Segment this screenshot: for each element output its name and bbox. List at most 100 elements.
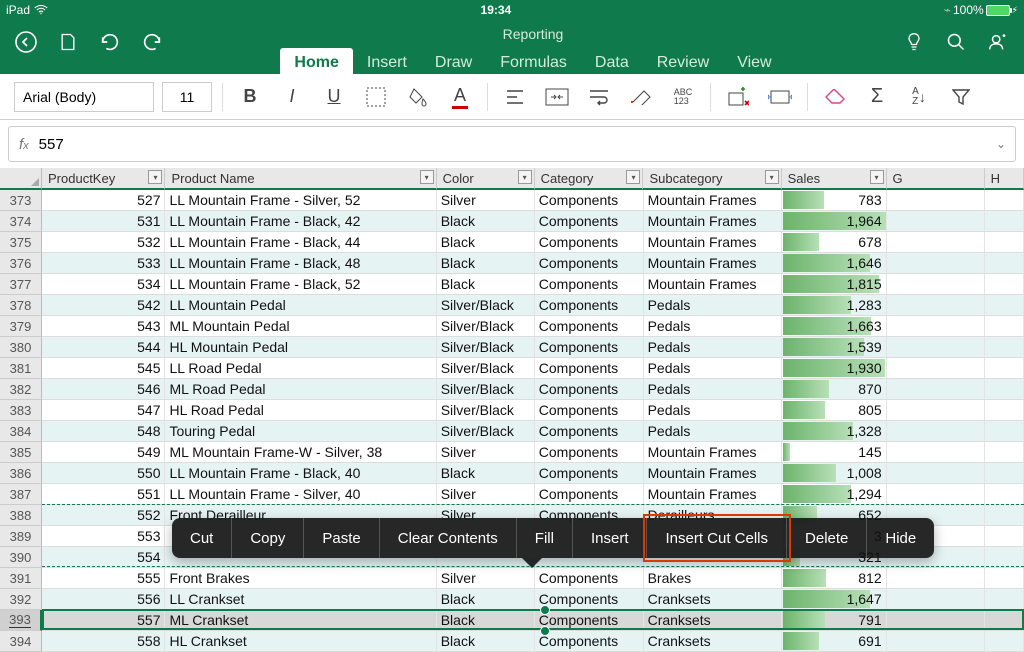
cell[interactable] (985, 421, 1024, 441)
cell[interactable]: LL Mountain Frame - Black, 52 (165, 274, 436, 294)
cell[interactable]: 527 (42, 190, 165, 210)
cell[interactable]: LL Mountain Frame - Black, 48 (165, 253, 436, 273)
cell[interactable]: 531 (42, 211, 165, 231)
cell[interactable]: Components (535, 253, 644, 273)
cell[interactable]: Silver (437, 190, 535, 210)
selection-handle[interactable] (540, 605, 550, 615)
cell[interactable]: LL Mountain Frame - Black, 42 (165, 211, 436, 231)
cell[interactable] (887, 316, 985, 336)
column-header[interactable]: ProductKey▾ (42, 168, 165, 190)
tab-formulas[interactable]: Formulas (486, 48, 581, 78)
cell[interactable]: Silver/Black (437, 295, 535, 315)
cell[interactable] (887, 190, 985, 210)
cell[interactable] (887, 253, 985, 273)
cell[interactable]: 556 (42, 589, 165, 609)
table-row[interactable]: 545LL Road PedalSilver/BlackComponentsPe… (42, 358, 1024, 379)
filter-dropdown-icon[interactable]: ▾ (765, 170, 779, 184)
cell[interactable] (985, 568, 1024, 588)
cell[interactable] (985, 295, 1024, 315)
formula-input[interactable]: 557 (39, 136, 987, 153)
cell[interactable]: Components (535, 316, 644, 336)
cell[interactable]: LL Mountain Frame - Black, 44 (165, 232, 436, 252)
cell[interactable] (887, 337, 985, 357)
row-header[interactable]: 388 (0, 505, 42, 526)
column-header[interactable]: Color▾ (437, 168, 535, 190)
cell[interactable]: LL Mountain Frame - Silver, 40 (165, 484, 436, 504)
filter-dropdown-icon[interactable]: ▾ (870, 170, 884, 184)
cell[interactable]: Components (535, 463, 644, 483)
eraser-button[interactable] (818, 80, 852, 114)
row-header[interactable]: 378 (0, 295, 42, 316)
cell[interactable]: 691 (782, 631, 887, 651)
row-header[interactable]: 374 (0, 211, 42, 232)
cell[interactable]: 1,008 (782, 463, 887, 483)
cell[interactable]: Pedals (644, 316, 782, 336)
tab-review[interactable]: Review (643, 48, 723, 78)
underline-button[interactable]: U (317, 80, 351, 114)
cell[interactable] (985, 589, 1024, 609)
filter-dropdown-icon[interactable]: ▾ (420, 170, 434, 184)
cell[interactable]: 546 (42, 379, 165, 399)
cell[interactable]: Pedals (644, 358, 782, 378)
context-menu-item[interactable]: Insert (573, 518, 648, 558)
cell[interactable] (887, 589, 985, 609)
row-header[interactable]: 379 (0, 316, 42, 337)
row-header[interactable]: 383 (0, 400, 42, 421)
cell[interactable]: Black (437, 232, 535, 252)
cell[interactable] (887, 211, 985, 231)
cell[interactable]: 805 (782, 400, 887, 420)
file-menu-icon[interactable] (56, 30, 80, 54)
table-row[interactable]: 546ML Road PedalSilver/BlackComponentsPe… (42, 379, 1024, 400)
cell[interactable]: Silver (437, 442, 535, 462)
cell[interactable]: Front Brakes (165, 568, 436, 588)
cell[interactable]: 1,294 (782, 484, 887, 504)
filter-button[interactable] (944, 80, 978, 114)
context-menu-item[interactable]: Insert Cut Cells (647, 518, 787, 558)
table-row[interactable]: 550LL Mountain Frame - Black, 40BlackCom… (42, 463, 1024, 484)
italic-button[interactable]: I (275, 80, 309, 114)
cell[interactable]: Black (437, 274, 535, 294)
row-header[interactable]: 381 (0, 358, 42, 379)
cell[interactable]: ML Road Pedal (165, 379, 436, 399)
cell[interactable] (985, 442, 1024, 462)
row-header[interactable]: 392 (0, 589, 42, 610)
cell[interactable]: HL Road Pedal (165, 400, 436, 420)
row-headers[interactable]: 3733743753763773783793803813823833843853… (0, 190, 42, 652)
cell[interactable] (985, 232, 1024, 252)
table-row[interactable]: 558HL CranksetBlackComponentsCranksets69… (42, 631, 1024, 652)
cell[interactable]: 557 (42, 610, 165, 630)
cell[interactable]: Mountain Frames (644, 442, 782, 462)
cell[interactable]: Black (437, 463, 535, 483)
cell[interactable]: 812 (782, 568, 887, 588)
cell[interactable]: Mountain Frames (644, 232, 782, 252)
cell[interactable]: 1,646 (782, 253, 887, 273)
cell[interactable]: Silver/Black (437, 358, 535, 378)
cell[interactable]: LL Mountain Pedal (165, 295, 436, 315)
row-header[interactable]: 394 (0, 631, 42, 652)
cell[interactable]: 145 (782, 442, 887, 462)
context-menu-item[interactable]: Delete (787, 518, 867, 558)
cell[interactable]: Silver/Black (437, 337, 535, 357)
table-row[interactable]: 555Front BrakesSilverComponentsBrakes812 (42, 568, 1024, 589)
redo-button[interactable] (140, 30, 164, 54)
column-header[interactable]: G (887, 168, 985, 190)
cell-size-button[interactable] (763, 80, 797, 114)
row-header[interactable]: 375 (0, 232, 42, 253)
row-header[interactable]: 376 (0, 253, 42, 274)
row-header[interactable]: 389 (0, 526, 42, 547)
cell[interactable]: 1,964 (782, 211, 887, 231)
cell[interactable] (887, 631, 985, 651)
cell[interactable]: Components (535, 211, 644, 231)
cell[interactable] (887, 358, 985, 378)
filter-dropdown-icon[interactable]: ▾ (518, 170, 532, 184)
cell[interactable]: Components (535, 484, 644, 504)
table-row[interactable]: 547HL Road PedalSilver/BlackComponentsPe… (42, 400, 1024, 421)
cell[interactable]: Components (535, 610, 644, 630)
cell[interactable]: Pedals (644, 421, 782, 441)
cell[interactable] (887, 568, 985, 588)
cell[interactable]: 548 (42, 421, 165, 441)
table-row[interactable]: 533LL Mountain Frame - Black, 48BlackCom… (42, 253, 1024, 274)
font-name-select[interactable]: Arial (Body) (14, 82, 154, 112)
borders-button[interactable] (359, 80, 393, 114)
table-row[interactable]: 542LL Mountain PedalSilver/BlackComponen… (42, 295, 1024, 316)
